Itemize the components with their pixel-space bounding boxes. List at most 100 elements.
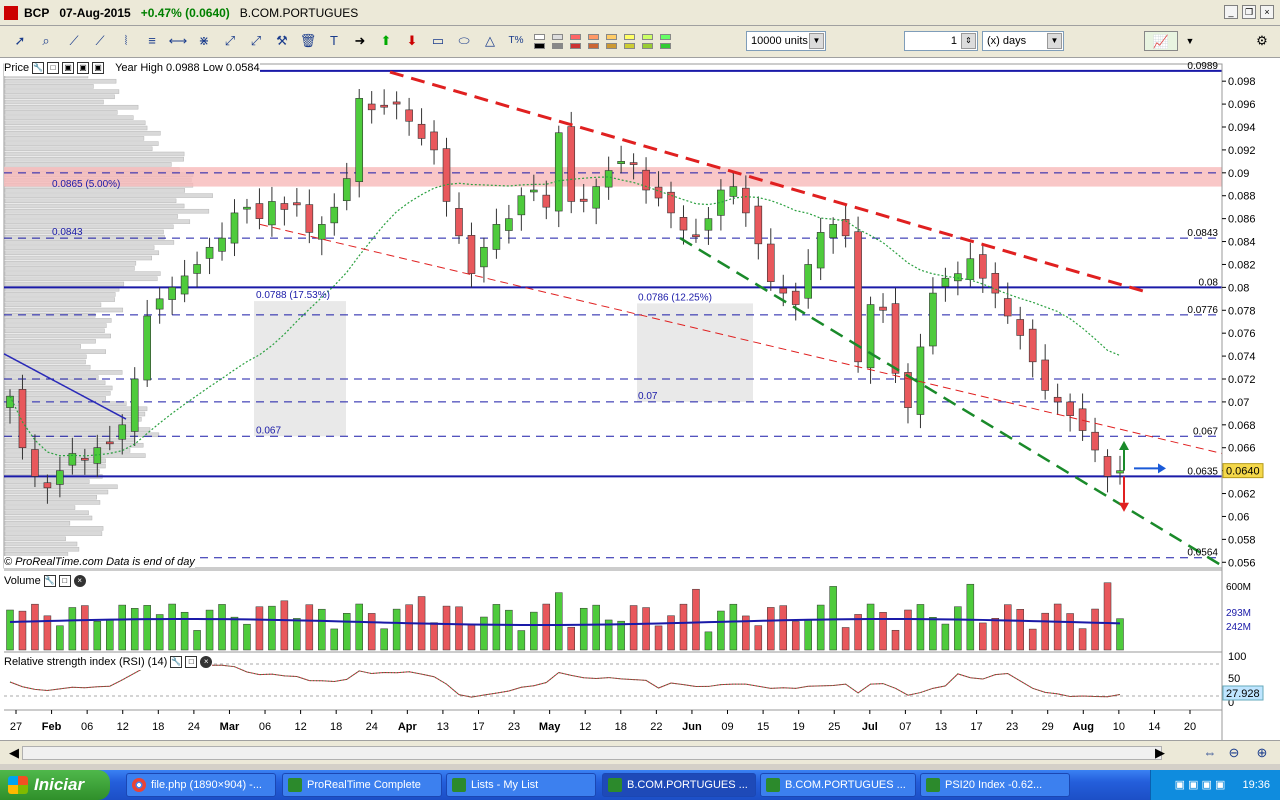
hammer-icon[interactable]: ⚒	[272, 31, 292, 51]
color-swatch[interactable]	[552, 43, 563, 49]
fib-icon[interactable]: ⤢	[220, 31, 240, 51]
color-swatch[interactable]	[588, 34, 599, 40]
scroll-left-icon[interactable]: ◀	[4, 743, 24, 763]
candle-body	[568, 127, 575, 202]
color-swatch[interactable]	[606, 43, 617, 49]
scroll-right-icon[interactable]: ▶	[1150, 743, 1170, 763]
panel-settings-icon[interactable]: ▣	[62, 62, 74, 74]
candle-body	[705, 219, 712, 231]
task-psi20[interactable]: PSI20 Index -0.62...	[920, 773, 1070, 797]
color-swatch[interactable]	[624, 34, 635, 40]
candle-body	[468, 235, 475, 273]
units-select[interactable]: 10000 units ▼	[746, 31, 826, 51]
volume-bar	[56, 626, 63, 650]
volume-bar	[281, 601, 288, 650]
panel-settings-icon[interactable]: ▣	[77, 62, 89, 74]
zoom-out-icon[interactable]: ⊖	[1224, 743, 1244, 763]
chevron-down-icon[interactable]: ▼	[1047, 33, 1062, 49]
close-icon[interactable]: ×	[1260, 5, 1274, 19]
close-icon[interactable]: ×	[200, 656, 212, 668]
date-tick-label: 18	[152, 721, 164, 733]
zoom-icon[interactable]: ⌕	[36, 31, 56, 51]
color-swatch[interactable]	[534, 43, 545, 49]
candle-body	[1042, 360, 1049, 390]
start-button[interactable]: Iniciar	[0, 770, 110, 800]
arrow-up-icon[interactable]: ⬆	[376, 31, 396, 51]
chevron-down-icon[interactable]: ▼	[1180, 31, 1200, 51]
candle-body	[979, 255, 986, 279]
color-swatch[interactable]	[552, 34, 563, 40]
candle-body	[406, 110, 413, 121]
period-unit-select[interactable]: (x) days ▼	[982, 31, 1064, 51]
settings-icon[interactable]: ⚙	[1252, 31, 1272, 51]
task-prorealtime[interactable]: ProRealTime Complete	[282, 773, 442, 797]
ellipse-icon[interactable]: ⬭	[454, 31, 474, 51]
price-chart-svg[interactable]: 0.098 0.096 0.094 0.092 0.09 0.088 0.086 0.084 0…	[0, 58, 1280, 740]
percent-icon[interactable]: T%	[506, 31, 526, 51]
arrow-tool-icon[interactable]: ⤢	[246, 31, 266, 51]
color-swatch[interactable]	[642, 34, 653, 40]
color-swatch[interactable]	[606, 34, 617, 40]
candle-body	[281, 203, 288, 209]
date-tick-label: 12	[294, 721, 306, 733]
candle-body	[518, 196, 525, 215]
candle-body	[418, 124, 425, 138]
arrow-right-icon[interactable]: ➜	[350, 31, 370, 51]
channel-icon[interactable]: ≡	[142, 31, 162, 51]
tray-icons[interactable]: ▣ ▣ ▣ ▣	[1175, 779, 1226, 791]
price-tick-label: 0.086	[1228, 214, 1256, 226]
color-swatch[interactable]	[642, 43, 653, 49]
candle-body	[967, 259, 974, 280]
chart-type-icon[interactable]: 📈	[1144, 31, 1178, 51]
volume-bar	[81, 606, 88, 650]
period-stepper[interactable]: 1 ⇕	[904, 31, 978, 51]
zoom-in-icon[interactable]: ⊕	[1252, 743, 1272, 763]
fan-icon[interactable]: ⋇	[194, 31, 214, 51]
panel-settings-icon[interactable]: ▣	[92, 62, 104, 74]
wrench-icon[interactable]: 🔧	[170, 656, 182, 668]
price-tick-label: 0.056	[1228, 557, 1256, 569]
arrow-down-icon[interactable]: ⬇	[402, 31, 422, 51]
volume-profile-bar	[5, 142, 158, 146]
volume-profile-bar	[5, 246, 154, 250]
close-icon[interactable]: ×	[74, 575, 86, 587]
candle-body	[543, 195, 550, 207]
color-swatch[interactable]	[570, 34, 581, 40]
fit-icon[interactable]: ⇔	[1200, 743, 1220, 763]
scroll-track[interactable]	[22, 746, 1162, 760]
line-tool-icon[interactable]: ⟋	[64, 31, 84, 51]
text-tool-icon[interactable]: T	[324, 31, 344, 51]
task-lists[interactable]: Lists - My List	[446, 773, 596, 797]
chart-area[interactable]: 0.098 0.096 0.094 0.092 0.09 0.088 0.086 0.084 0…	[0, 58, 1280, 740]
color-swatch[interactable]	[570, 43, 581, 49]
minimize-icon[interactable]: _	[1224, 5, 1238, 19]
task-bcp-chart-1[interactable]: B.COM.PORTUGUES ...	[602, 773, 756, 797]
date-tick-label: 17	[472, 721, 484, 733]
trash-icon[interactable]: 🗑	[298, 31, 318, 51]
maximize-icon[interactable]: □	[185, 656, 197, 668]
candle-body	[306, 205, 313, 233]
restore-icon[interactable]: ❐	[1242, 5, 1256, 19]
task-bcp-chart-2[interactable]: B.COM.PORTUGUES ...	[760, 773, 916, 797]
pointer-icon[interactable]: ➚	[10, 31, 30, 51]
spinner-icon[interactable]: ⇕	[961, 33, 976, 49]
chevron-down-icon[interactable]: ▼	[809, 33, 824, 49]
wrench-icon[interactable]: 🔧	[32, 62, 44, 74]
trendline-icon[interactable]: ⟋	[90, 31, 110, 51]
date-tick-label: 27	[10, 721, 22, 733]
vertical-line-icon[interactable]: ⦚	[116, 31, 136, 51]
volume-bar	[306, 605, 313, 650]
wrench-icon[interactable]: 🔧	[44, 575, 56, 587]
triangle-icon[interactable]: △	[480, 31, 500, 51]
chart-scrollbar[interactable]: ◀ ▶ ⇔ ⊖ ⊕	[0, 740, 1280, 764]
task-chrome[interactable]: file.php (1890×904) -...	[126, 773, 276, 797]
maximize-icon[interactable]: □	[47, 62, 59, 74]
maximize-icon[interactable]: □	[59, 575, 71, 587]
rectangle-icon[interactable]: ▭	[428, 31, 448, 51]
color-swatch[interactable]	[588, 43, 599, 49]
color-swatch[interactable]	[624, 43, 635, 49]
horizontal-line-icon[interactable]: ⟷	[168, 31, 188, 51]
color-swatch[interactable]	[660, 34, 671, 40]
color-swatch[interactable]	[534, 34, 545, 40]
color-swatch[interactable]	[660, 43, 671, 49]
